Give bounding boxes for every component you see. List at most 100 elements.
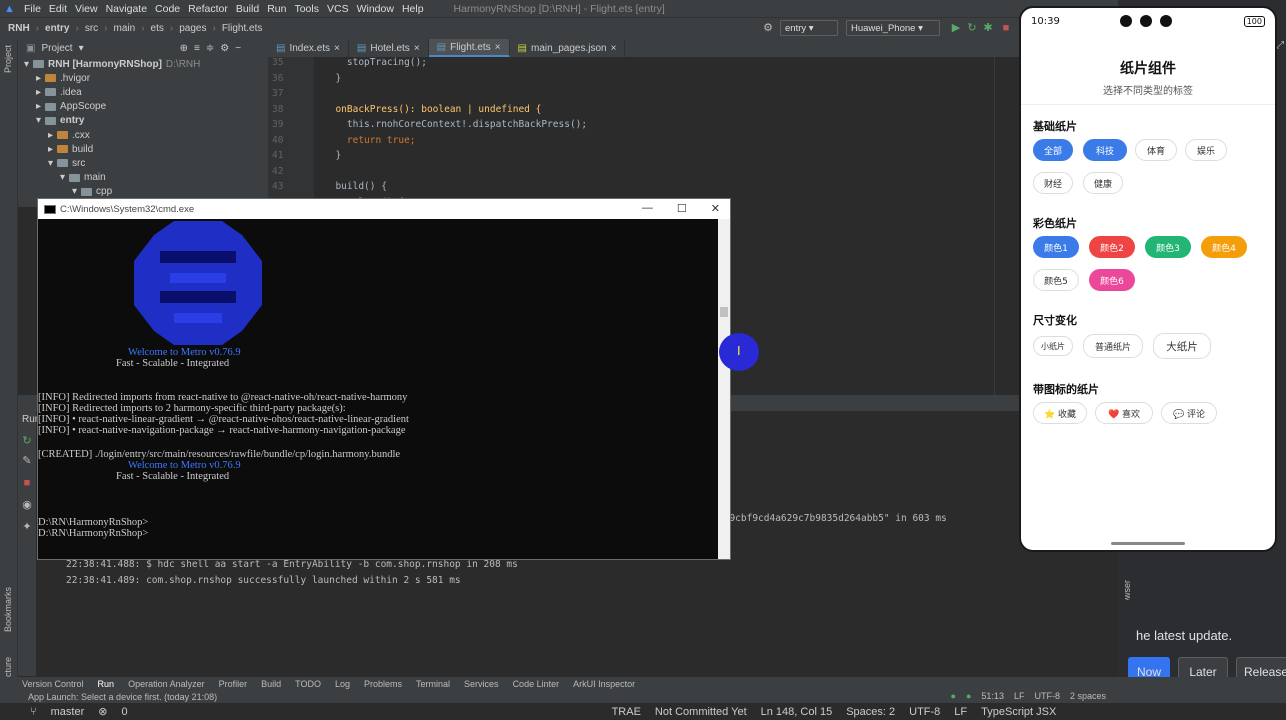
debug-icon[interactable]: ✱ [982, 22, 994, 34]
breadcrumb-item[interactable]: src [85, 23, 98, 34]
tree-item[interactable]: ▾ src [18, 156, 268, 170]
stop-icon[interactable]: ■ [1000, 22, 1012, 34]
breadcrumb-item[interactable]: ets [151, 23, 164, 34]
chip-color-3[interactable]: 颜色3 [1145, 236, 1191, 258]
tab-flight[interactable]: ▤ Flight.ets × [428, 39, 510, 57]
tab-hotel[interactable]: ▤ Hotel.ets × [349, 39, 429, 57]
close-icon[interactable]: × [495, 42, 501, 53]
project-tool-label[interactable]: Project [3, 45, 13, 73]
tree-item[interactable]: ▾ cpp [18, 185, 268, 199]
menu-edit[interactable]: Edit [49, 3, 67, 15]
menu-run[interactable]: Run [267, 3, 286, 15]
chip-normal[interactable]: 普通纸片 [1083, 334, 1143, 358]
tool-version-control[interactable]: Version Control [22, 679, 84, 689]
chip-finance[interactable]: 财经 [1033, 172, 1073, 194]
breadcrumb-item[interactable]: main [114, 23, 136, 34]
encoding-setting[interactable]: UTF-8 [909, 706, 940, 718]
pin-icon[interactable]: ✦ [21, 521, 33, 533]
run-config-select[interactable]: entry ▾ [780, 20, 838, 36]
language-mode[interactable]: TypeScript JSX [981, 706, 1056, 718]
minimize-icon[interactable]: − [235, 43, 241, 54]
breadcrumb-item[interactable]: RNH [8, 23, 30, 34]
gear-icon[interactable]: ⚙ [220, 43, 229, 54]
tool-profiler[interactable]: Profiler [219, 679, 248, 689]
breadcrumb-item[interactable]: Flight.ets [222, 23, 263, 34]
tool-code-linter[interactable]: Code Linter [513, 679, 560, 689]
problems-count[interactable]: 0 [121, 706, 127, 718]
menu-help[interactable]: Help [402, 3, 424, 15]
trae-label[interactable]: TRAE [612, 706, 641, 718]
rerun-icon[interactable]: ↻ [21, 435, 33, 447]
line-separator[interactable]: LF [1014, 691, 1025, 701]
close-icon[interactable]: × [334, 43, 340, 54]
tab-main-pages[interactable]: ▤ main_pages.json × [510, 39, 626, 57]
tree-item-root[interactable]: ▾ RNH [HarmonyRNShop] D:\RNH [18, 57, 268, 71]
menu-refactor[interactable]: Refactor [188, 3, 228, 15]
collapse-icon[interactable]: ≡ [194, 43, 200, 54]
home-indicator[interactable] [1111, 542, 1185, 545]
tree-item[interactable]: ▸ AppScope [18, 100, 268, 114]
cmd-scroll-thumb[interactable] [720, 307, 728, 317]
chip-sports[interactable]: 体育 [1135, 139, 1177, 161]
tool-arkui-inspector[interactable]: ArkUI Inspector [573, 679, 635, 689]
tool-operation-analyzer[interactable]: Operation Analyzer [128, 679, 205, 689]
menu-navigate[interactable]: Navigate [106, 3, 147, 15]
camera-icon[interactable]: ◉ [21, 499, 33, 511]
chip-favorite[interactable]: ⭐ 收藏 [1033, 402, 1087, 424]
close-icon[interactable]: × [414, 43, 420, 54]
indent-setting[interactable]: 2 spaces [1070, 691, 1106, 701]
tool-run[interactable]: Run [98, 679, 115, 689]
hammer-icon[interactable]: ⚙ [762, 22, 774, 34]
breadcrumb-item[interactable]: pages [179, 23, 206, 34]
caret-position[interactable]: 51:13 [981, 691, 1004, 701]
tree-item[interactable]: ▸ .cxx [18, 128, 268, 142]
rerun-icon[interactable]: ↻ [966, 22, 978, 34]
breadcrumb-item[interactable]: entry [45, 23, 69, 34]
locate-icon[interactable]: ⊕ [180, 43, 188, 54]
close-icon[interactable]: × [611, 43, 617, 54]
tool-problems[interactable]: Problems [364, 679, 402, 689]
chip-ent[interactable]: 娱乐 [1185, 139, 1227, 161]
maximize-icon[interactable]: ☐ [677, 202, 687, 215]
eol-setting[interactable]: LF [954, 706, 967, 718]
project-title[interactable]: Project [41, 43, 72, 54]
branch-name[interactable]: master [51, 706, 85, 718]
dropdown-icon[interactable]: ▾ [79, 43, 84, 54]
chip-small[interactable]: 小纸片 [1033, 336, 1073, 356]
device-select[interactable]: Huawei_Phone ▾ [846, 20, 940, 36]
wrench-icon[interactable]: ✎ [21, 455, 33, 467]
chip-comment[interactable]: 💬 评论 [1161, 402, 1217, 424]
menu-window[interactable]: Window [357, 3, 394, 15]
file-encoding[interactable]: UTF-8 [1034, 691, 1060, 701]
tool-log[interactable]: Log [335, 679, 350, 689]
tool-terminal[interactable]: Terminal [416, 679, 450, 689]
tree-item[interactable]: ▸ build [18, 142, 268, 156]
expand-icon[interactable]: ≑ [206, 43, 214, 54]
chip-color-4[interactable]: 颜色4 [1201, 236, 1247, 258]
collapse-icon[interactable]: ⤢ [1276, 40, 1286, 52]
menu-vcs[interactable]: VCS [327, 3, 349, 15]
bookmarks-tool-label[interactable]: Bookmarks [3, 587, 13, 632]
tree-item[interactable]: ▾ entry [18, 114, 268, 128]
chip-color-5[interactable]: 颜色5 [1033, 269, 1079, 291]
cmd-titlebar[interactable]: C:\Windows\System32\cmd.exe — ☐ ✕ [38, 199, 730, 219]
cmd-scrollbar[interactable] [718, 219, 730, 559]
menu-tools[interactable]: Tools [294, 3, 319, 15]
tab-index[interactable]: ▤ Index.ets × [268, 39, 349, 57]
run-icon[interactable]: ▶ [950, 22, 962, 34]
tree-item[interactable]: ▾ main [18, 171, 268, 185]
spaces-setting[interactable]: Spaces: 2 [846, 706, 895, 718]
cursor-position[interactable]: Ln 148, Col 15 [761, 706, 833, 718]
menu-view[interactable]: View [75, 3, 98, 15]
tool-services[interactable]: Services [464, 679, 499, 689]
tree-item[interactable]: ▸ .hvigor [18, 71, 268, 85]
cmd-prompt[interactable]: D:\RN\HarmonyRnShop> [38, 528, 148, 539]
tool-build[interactable]: Build [261, 679, 281, 689]
menu-code[interactable]: Code [155, 3, 180, 15]
chip-large[interactable]: 大纸片 [1153, 333, 1211, 359]
chip-all[interactable]: 全部 [1033, 139, 1073, 161]
tool-todo[interactable]: TODO [295, 679, 321, 689]
chip-like[interactable]: ❤️ 喜欢 [1095, 402, 1153, 424]
cmd-window[interactable]: C:\Windows\System32\cmd.exe — ☐ ✕ Welcom… [37, 198, 731, 560]
editor-scrollbar[interactable] [994, 57, 1020, 397]
